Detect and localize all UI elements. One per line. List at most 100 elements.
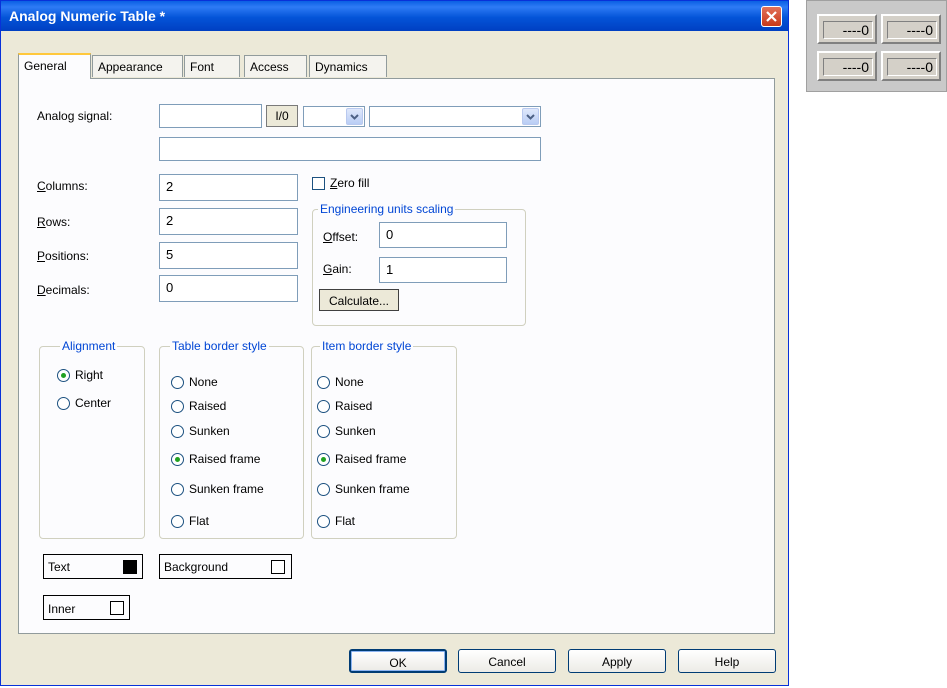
tab-label: Font xyxy=(190,60,215,74)
tab-access[interactable]: Access xyxy=(244,55,307,77)
signal-expression-input[interactable] xyxy=(159,137,541,161)
offset-label: Offset: xyxy=(323,230,359,244)
table-border-radio-none[interactable] xyxy=(171,376,184,389)
text-color-swatch xyxy=(123,560,137,574)
item-border-title: Item border style xyxy=(320,339,414,353)
alignment-radio-center[interactable] xyxy=(57,397,70,410)
alignment-radio-right[interactable] xyxy=(57,369,70,382)
analog-signal-label: Analog signal: xyxy=(37,109,113,123)
chevron-down-icon xyxy=(526,114,535,120)
zero-fill-label: Zero fill xyxy=(330,176,370,190)
engineering-units-title: Engineering units scaling xyxy=(318,202,456,216)
tab-label: General xyxy=(24,59,67,73)
rows-label-text: ows: xyxy=(45,215,71,229)
tab-appearance[interactable]: Appearance xyxy=(92,55,183,77)
table-border-title: Table border style xyxy=(170,339,269,353)
columns-label-text: olumns: xyxy=(45,179,88,193)
table-border-radio-sunken-frame[interactable] xyxy=(171,483,184,496)
analog-signal-input[interactable] xyxy=(159,104,262,128)
chevron-down-icon xyxy=(350,114,359,120)
table-border-label-sunken: Sunken xyxy=(189,424,230,438)
cancel-button[interactable]: Cancel xyxy=(458,649,556,673)
text-color-label: Text xyxy=(48,560,71,574)
background-color-swatch xyxy=(271,560,285,574)
table-border-group: Table border style xyxy=(159,339,304,539)
preview-cell: ----0 xyxy=(817,14,877,44)
preview-cell: ----0 xyxy=(817,51,877,81)
background-color-button[interactable]: Background xyxy=(159,554,292,579)
item-border-label-flat: Flat xyxy=(335,514,356,528)
tab-dynamics[interactable]: Dynamics xyxy=(309,55,387,77)
window-title: Analog Numeric Table * xyxy=(9,8,166,24)
item-border-label-none: None xyxy=(335,375,364,389)
positions-input[interactable]: 5 xyxy=(159,242,298,269)
table-border-radio-raised[interactable] xyxy=(171,400,184,413)
table-border-radio-flat[interactable] xyxy=(171,515,184,528)
decimals-label-text: ecimals: xyxy=(45,283,90,297)
tab-label: Dynamics xyxy=(315,60,368,74)
gain-label: Gain: xyxy=(323,262,352,276)
inner-color-label: Inner xyxy=(48,602,76,616)
offset-label-text: ffset: xyxy=(332,230,359,244)
signal-type-combo[interactable] xyxy=(303,106,365,127)
preview-cell: ----0 xyxy=(881,51,941,81)
preview-cell: ----0 xyxy=(881,14,941,44)
offset-input[interactable]: 0 xyxy=(379,222,507,248)
decimals-label: Decimals: xyxy=(37,283,90,297)
table-border-radio-sunken[interactable] xyxy=(171,425,184,438)
calculate-button[interactable]: Calculate... xyxy=(319,289,399,311)
table-border-label-flat: Flat xyxy=(189,514,210,528)
item-border-group: Item border style xyxy=(311,339,457,539)
inner-color-swatch xyxy=(110,601,124,615)
zero-fill-checkbox[interactable] xyxy=(312,177,325,190)
io-button[interactable]: I/0 xyxy=(266,105,298,127)
text-color-button[interactable]: Text xyxy=(43,554,143,579)
tab-label: Appearance xyxy=(98,60,163,74)
item-border-radio-raised[interactable] xyxy=(317,400,330,413)
preview-cell-value: ----0 xyxy=(823,21,873,39)
item-border-label-sunken: Sunken xyxy=(335,424,376,438)
apply-button-label: Apply xyxy=(601,655,633,669)
help-button-label: Help xyxy=(714,655,740,669)
rows-input[interactable]: 2 xyxy=(159,208,298,235)
table-preview: ----0 ----0 ----0 ----0 xyxy=(806,0,947,92)
calculate-button-label: Calculate... xyxy=(328,294,390,308)
signal-name-combo[interactable] xyxy=(369,106,541,127)
preview-cell-value: ----0 xyxy=(887,58,937,76)
background-color-label: Background xyxy=(164,560,229,574)
item-border-radio-raised-frame[interactable] xyxy=(317,453,330,466)
preview-cell-value: ----0 xyxy=(887,21,937,39)
apply-button[interactable]: Apply xyxy=(568,649,666,673)
tab-panel-general: Analog signal: I/0 Columns: 2 Rows: 2 Po… xyxy=(18,78,775,634)
item-border-radio-sunken-frame[interactable] xyxy=(317,483,330,496)
title-bar[interactable]: Analog Numeric Table * xyxy=(1,1,788,31)
alignment-title: Alignment xyxy=(60,339,118,353)
item-border-radio-none[interactable] xyxy=(317,376,330,389)
table-border-label-none: None xyxy=(189,375,218,389)
item-border-label-raised: Raised xyxy=(335,399,373,413)
item-border-radio-flat[interactable] xyxy=(317,515,330,528)
ok-button-label: OK xyxy=(389,656,407,670)
columns-input[interactable]: 2 xyxy=(159,174,298,201)
columns-label: Columns: xyxy=(37,179,88,193)
positions-label: Positions: xyxy=(37,249,90,263)
tab-general[interactable]: General xyxy=(18,53,91,79)
close-icon xyxy=(766,11,777,22)
gain-input[interactable]: 1 xyxy=(379,257,507,283)
decimals-input[interactable]: 0 xyxy=(159,275,298,302)
table-border-radio-raised-frame[interactable] xyxy=(171,453,184,466)
item-border-radio-sunken[interactable] xyxy=(317,425,330,438)
inner-color-button[interactable]: Inner xyxy=(43,595,130,620)
close-button[interactable] xyxy=(761,6,782,27)
item-border-label-sunken-frame: Sunken frame xyxy=(335,482,410,496)
tab-font[interactable]: Font xyxy=(184,55,240,77)
ok-button[interactable]: OK xyxy=(349,649,447,673)
dropdown-arrow[interactable] xyxy=(522,108,539,125)
engineering-units-group: Engineering units scaling Offset: 0 Gain… xyxy=(312,202,526,326)
io-button-label: I/0 xyxy=(275,109,289,123)
tab-label: Access xyxy=(250,60,289,74)
help-button[interactable]: Help xyxy=(678,649,776,673)
dropdown-arrow[interactable] xyxy=(346,108,363,125)
preview-cell-value: ----0 xyxy=(823,58,873,76)
cancel-button-label: Cancel xyxy=(488,655,526,669)
